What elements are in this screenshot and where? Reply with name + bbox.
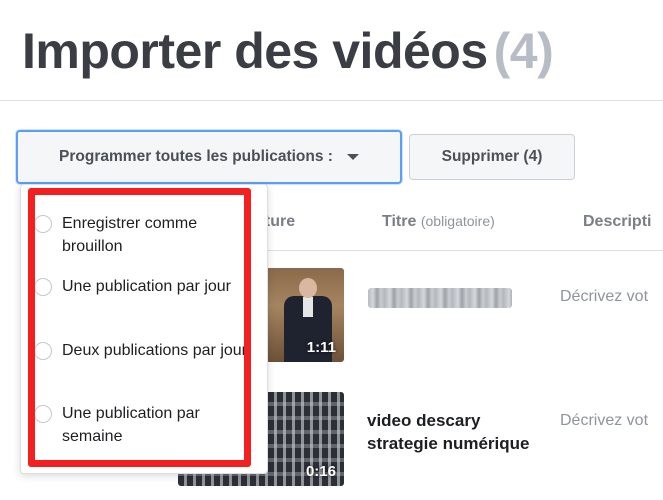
blurred-video-title [368,288,512,308]
description-input[interactable]: Décrivez vot [560,288,648,306]
option-label: Une publication par jour [62,278,231,295]
video-thumbnail[interactable]: 1:11 [266,268,344,362]
delete-label: Supprimer (4) [441,148,543,165]
video-duration: 1:11 [306,339,336,356]
option-save-draft[interactable]: Enregistrer comme brouillon [34,212,247,258]
title-divider [0,100,663,101]
column-title-note: (obligatoire) [420,213,495,229]
radio-icon[interactable] [34,342,52,360]
option-two-per-day[interactable]: Deux publications par jour [34,339,247,362]
video-duration: 0:16 [305,463,336,480]
description-input[interactable]: Décrivez vot [560,412,648,430]
schedule-all-button[interactable]: Programmer toutes les publications : [16,130,402,184]
schedule-all-label: Programmer toutes les publications : [59,148,333,165]
column-description: Descripti [583,213,652,230]
delete-button[interactable]: Supprimer (4) [409,134,575,180]
thumbnail-head [299,278,317,298]
radio-icon[interactable] [34,405,52,423]
radio-icon[interactable] [34,278,52,296]
option-label: Une publication par semaine [62,405,200,445]
option-one-per-day[interactable]: Une publication par jour [34,275,247,298]
caret-down-icon [346,154,359,160]
column-title-label: Titre [382,213,417,230]
thumbnail-shirt [303,297,313,317]
option-label: Enregistrer comme brouillon [62,215,198,255]
page-title: Importer des vidéos (4) [22,22,554,80]
video-count: (4) [493,23,554,79]
option-one-per-week[interactable]: Une publication par semaine [34,402,247,448]
page-title-text: Importer des vidéos [22,23,488,79]
column-title: Titre (obligatoire) [382,213,495,231]
video-title-input[interactable]: video descary strategie numérique [367,409,537,455]
option-label: Deux publications par jour [62,342,247,359]
header-divider [245,250,663,251]
radio-icon[interactable] [34,215,52,233]
